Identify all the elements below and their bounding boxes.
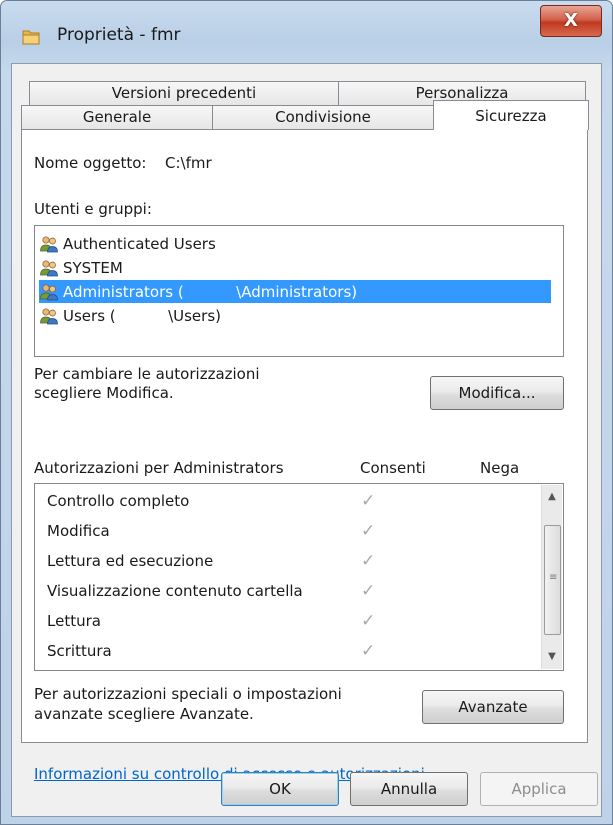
- object-name-value: C:\fmr: [165, 154, 212, 172]
- window-title: Proprietà - fmr: [57, 25, 181, 45]
- apply-button[interactable]: Applica: [480, 772, 598, 806]
- tab-versioni-precedenti[interactable]: Versioni precedenti: [29, 81, 339, 106]
- permission-name: Controllo completo: [47, 492, 190, 510]
- users-group-icon: [40, 283, 58, 300]
- properties-window: Proprietà - fmr X Versioni precedenti Pe…: [0, 0, 613, 825]
- deny-column-header: Nega: [480, 459, 520, 477]
- permission-name: Visualizzazione contenuto cartella: [47, 582, 303, 600]
- object-name-label: Nome oggetto:: [34, 154, 147, 172]
- users-listbox[interactable]: Authenticated Users SYSTEM Administrators …: [34, 225, 564, 357]
- allow-column-header: Consenti: [360, 459, 426, 477]
- folder-icon: [22, 30, 40, 45]
- permission-name: Lettura: [47, 612, 101, 630]
- allow-check-icon: ✓: [361, 551, 376, 571]
- change-hint-line2: scegliere Modifica.: [34, 384, 174, 402]
- allow-check-icon: ✓: [361, 581, 376, 601]
- allow-check-icon: ✓: [361, 641, 376, 661]
- user-list-item-label: Administrators ( \Administrators): [63, 282, 358, 301]
- ok-button[interactable]: OK: [221, 772, 339, 806]
- tab-condivisione[interactable]: Condivisione: [212, 105, 434, 130]
- user-list-item[interactable]: Administrators ( \Administrators): [39, 280, 551, 303]
- title-bar[interactable]: Proprietà - fmr X: [1, 1, 612, 71]
- permissions-listbox[interactable]: Controllo completo ✓ Modifica ✓ Lettura ed e…: [34, 483, 564, 671]
- tab-sicurezza[interactable]: Sicurezza: [433, 100, 589, 130]
- edit-button[interactable]: Modifica...: [430, 376, 564, 410]
- user-list-item-label: SYSTEM: [63, 258, 123, 277]
- close-button[interactable]: X: [540, 5, 602, 37]
- special-hint-line1: Per autorizzazioni speciali o impostazio…: [34, 685, 342, 703]
- scroll-up-arrow-icon[interactable]: ▲: [542, 487, 562, 507]
- cancel-button[interactable]: Annulla: [350, 772, 468, 806]
- users-group-icon: [40, 307, 58, 324]
- special-hint-line2: avanzate scegliere Avanzate.: [34, 705, 254, 723]
- groups-label: Utenti e gruppi:: [34, 200, 152, 218]
- scroll-thumb[interactable]: ≡: [544, 525, 561, 635]
- permission-row: Controllo completo ✓: [47, 488, 517, 518]
- permission-row: Modifica ✓: [47, 518, 517, 548]
- change-hint-line1: Per cambiare le autorizzazioni: [34, 365, 260, 383]
- close-icon: X: [564, 10, 578, 31]
- tab-label: Versioni precedenti: [111, 84, 257, 102]
- permission-row: Scrittura ✓: [47, 638, 517, 668]
- user-list-item[interactable]: SYSTEM: [39, 256, 551, 279]
- users-group-icon: [40, 235, 58, 252]
- tab-label: Generale: [82, 108, 152, 126]
- grip-icon: ≡: [549, 572, 558, 583]
- allow-check-icon: ✓: [361, 521, 376, 541]
- user-list-item[interactable]: Users ( \Users): [39, 304, 551, 327]
- permission-row: Lettura ed esecuzione ✓: [47, 548, 517, 578]
- permission-row: Lettura ✓: [47, 608, 517, 638]
- permissions-scrollbar[interactable]: ▲ ≡ ▼: [541, 485, 562, 669]
- tab-label: Condivisione: [275, 108, 371, 126]
- tab-label: Sicurezza: [475, 107, 547, 125]
- security-tab-panel: Nome oggetto: C:\fmr Utenti e gruppi: Au…: [21, 129, 588, 743]
- permission-name: Scrittura: [47, 642, 112, 660]
- user-list-item[interactable]: Authenticated Users: [39, 232, 551, 255]
- users-group-icon: [40, 259, 58, 276]
- advanced-button[interactable]: Avanzate: [422, 690, 564, 724]
- user-list-item-label: Authenticated Users: [63, 234, 216, 253]
- allow-check-icon: ✓: [361, 611, 376, 631]
- permission-row: Visualizzazione contenuto cartella ✓: [47, 578, 517, 608]
- permission-name: Modifica: [47, 522, 110, 540]
- permissions-for-label: Autorizzazioni per Administrators: [34, 459, 284, 477]
- permission-name: Lettura ed esecuzione: [47, 552, 214, 570]
- scroll-down-arrow-icon[interactable]: ▼: [542, 647, 562, 667]
- user-list-item-label: Users ( \Users): [63, 306, 221, 325]
- allow-check-icon: ✓: [361, 491, 376, 511]
- tab-generale[interactable]: Generale: [21, 105, 213, 130]
